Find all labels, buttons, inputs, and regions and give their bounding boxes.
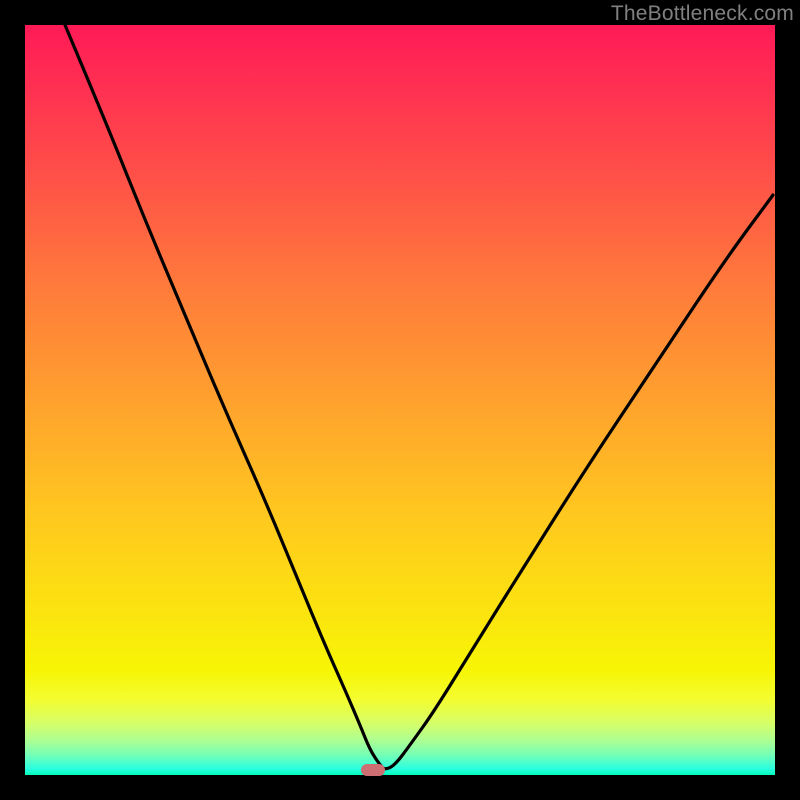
watermark-text: TheBottleneck.com: [611, 2, 794, 26]
optimum-marker: [361, 764, 385, 776]
chart-frame: TheBottleneck.com: [0, 0, 800, 800]
bottleneck-curve: [25, 25, 775, 775]
curve-path: [65, 25, 773, 769]
